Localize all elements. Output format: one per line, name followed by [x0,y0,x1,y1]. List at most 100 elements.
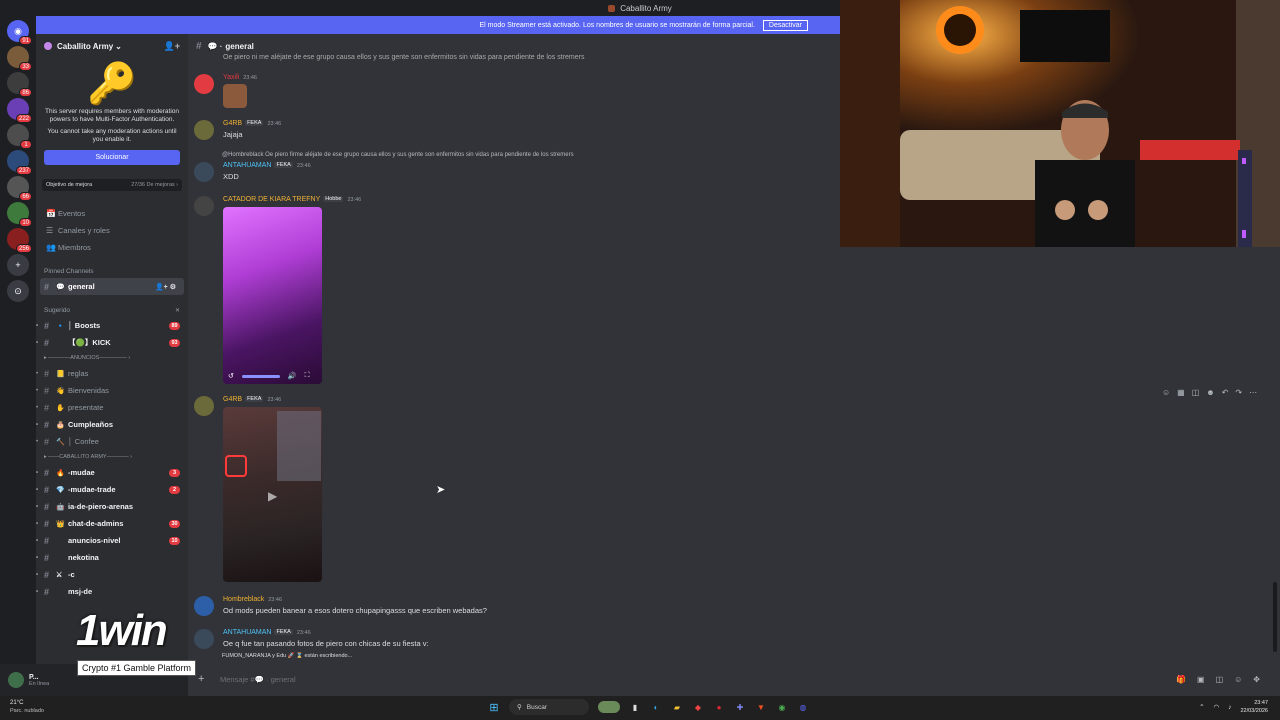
author-name[interactable]: Yaxili [223,74,239,81]
attach-icon[interactable]: + [198,673,212,685]
progress-track[interactable] [241,374,280,378]
forward-icon[interactable]: ↷ [1235,388,1242,402]
react-icon[interactable]: ☺ [1162,388,1170,402]
gift-icon[interactable]: 🎁 [1176,675,1186,684]
channel-label: anuncios-nivel [68,536,121,545]
boost-goal[interactable]: Objetivo de mejora 27/36 De mejoras › [42,179,182,191]
channel-item[interactable]: • # 👋 Bienvenidas [36,382,188,399]
clock[interactable]: 23:47 22/03/2026 [1240,699,1268,715]
sticker-icon[interactable]: ◫ [1192,388,1200,402]
channel-item[interactable]: • # anuncios-nivel 10 [36,532,188,549]
volume-icon[interactable]: ♪ [1228,704,1231,711]
server-icon[interactable]: 66 [7,176,32,201]
channel-item[interactable]: • # msj-de [36,583,188,600]
avatar[interactable] [194,629,214,649]
server-icon[interactable]: 256 [7,228,32,253]
channel-settings-icon[interactable]: 👤+ ⚙ [155,283,176,291]
explore-icon[interactable]: ⊙ [7,280,29,302]
message-header: CATADOR DE KIARA TREFNY Hobbe 23:46 [223,196,361,203]
channel-item[interactable]: • # nekotina [36,549,188,566]
server-icon[interactable]: 1 [7,124,32,149]
solve-button[interactable]: Solucionar [44,150,180,165]
volume-icon[interactable]: 🔊 [288,372,297,380]
direct-messages-button[interactable]: ◉ 91 [7,20,32,45]
server-icon[interactable]: 10 [7,202,32,227]
tray-chevron-icon[interactable]: ⌃ [1199,703,1204,711]
discord-taskbar-icon[interactable]: ◍ [797,701,809,713]
channel-item[interactable]: • # ✋ presentate [36,399,188,416]
app-icon[interactable]: ● [713,701,725,713]
avatar[interactable] [194,162,214,182]
edge-icon[interactable]: ◐ [650,701,662,713]
grid-icon[interactable]: ▦ [1177,388,1185,402]
sticker-icon[interactable]: ◫ [1216,675,1224,684]
replay-icon[interactable]: ↺ [228,372,234,380]
server-icon[interactable]: 237 [7,150,32,175]
author-name[interactable]: ANTAHUAMAN [223,629,271,636]
message-input[interactable]: + Mensaje #💬 · general 🎁 ▣ ◫ ☺ ✥ [198,668,1268,690]
video-attachment[interactable]: ▶ [223,407,322,582]
server-icon[interactable]: 86 [7,72,32,97]
scrollbar[interactable] [1273,582,1277,652]
channel-item[interactable]: • # 🔹 │ Boosts 89 [36,317,188,334]
emoji-icon[interactable]: ☺ [1234,675,1242,684]
channel-item[interactable]: • # 👑 chat-de-admins 30 [36,515,188,532]
fullscreen-icon[interactable]: ⛶ [305,372,310,380]
store-icon[interactable]: ◆ [692,701,704,713]
avatar[interactable] [8,672,24,688]
apps-icon[interactable]: ✥ [1253,675,1260,684]
timestamp: 23:46 [267,121,282,127]
author-name[interactable]: Hombreblack [223,596,264,603]
taskbar-search[interactable]: ⚲ Buscar [509,699,589,715]
server-icon[interactable]: 222 [7,98,32,123]
gif-icon[interactable]: ▣ [1197,675,1205,684]
sticker-image[interactable] [223,84,247,108]
widgets-icon[interactable] [598,701,620,713]
avatar[interactable] [194,396,214,416]
message-text: Od mods pueden banear a esos dotero chup… [223,606,487,615]
author-name[interactable]: CATADOR DE KIARA TREFNY [223,196,320,203]
close-icon[interactable]: ✕ [175,307,180,314]
chrome-icon[interactable]: ◉ [776,701,788,713]
channel-item[interactable]: • # 🎂 Cumpleaños [36,416,188,433]
server-icon[interactable]: 33 [7,46,32,71]
task-view-icon[interactable]: ▮ [629,701,641,713]
play-icon[interactable]: ▶ [268,489,277,503]
author-name[interactable]: G4RB [223,396,242,403]
menu-item-events[interactable]: 📅 Eventos [36,205,188,222]
author-name[interactable]: ANTAHUAMAN [223,162,271,169]
avatar[interactable] [194,120,214,140]
weather-widget[interactable]: 21°C Parc. nublado [10,699,44,715]
brave-icon[interactable]: ▼ [755,701,767,713]
reply-reference[interactable]: @Hombreblack Oe piero firme aléjate de e… [222,152,574,158]
menu-item-channels-roles[interactable]: ☰ Canales y roles [36,222,188,239]
avatar[interactable] [194,596,214,616]
more-icon[interactable]: ⋯ [1249,388,1257,402]
category-caballito-army[interactable]: ▸ ——CABALLITO ARMY———— › [36,450,188,464]
disable-streamer-button[interactable]: Desactivar [762,19,808,31]
video-attachment[interactable]: ↺ 🔊 ⛶ [223,207,322,384]
channel-item[interactable]: • # 💎 -mudae-trade 2 [36,481,188,498]
windows-start-icon[interactable]: ⊞ [488,701,500,714]
emoji-icon[interactable]: ☻ [1206,388,1214,402]
channel-item[interactable]: • # 📒 reglas [36,365,188,382]
invite-people-icon[interactable]: 👤+ [164,41,180,52]
file-explorer-icon[interactable]: ▰ [671,701,683,713]
reply-icon[interactable]: ↶ [1222,388,1229,402]
channel-item[interactable]: • # ⚔ -c [36,566,188,583]
avatar[interactable] [194,196,214,216]
channel-item[interactable]: • # 🔥 -mudae 3 [36,464,188,481]
server-header[interactable]: Caballito Army ⌄ 👤+ [36,34,188,58]
network-icon[interactable]: ◠ [1214,703,1220,711]
add-server-icon[interactable]: + [7,254,29,276]
clock-time: 23:47 [1254,700,1268,706]
channel-item[interactable]: • # 🔨 │ Confee [36,433,188,450]
channel-item[interactable]: • # 🤖 ia-de-piero-arenas [36,498,188,515]
author-name[interactable]: G4RB [223,120,242,127]
category-anuncios[interactable]: ▸ ————ANUNCIOS————— › [36,351,188,365]
menu-item-members[interactable]: 👥 Miembros [36,239,188,256]
teams-icon[interactable]: ✚ [734,701,746,713]
avatar[interactable] [194,74,214,94]
channel-general[interactable]: # 💬 general 👤+ ⚙ [40,278,184,295]
channel-item[interactable]: • # 【🟢】KICK 93 [36,334,188,351]
